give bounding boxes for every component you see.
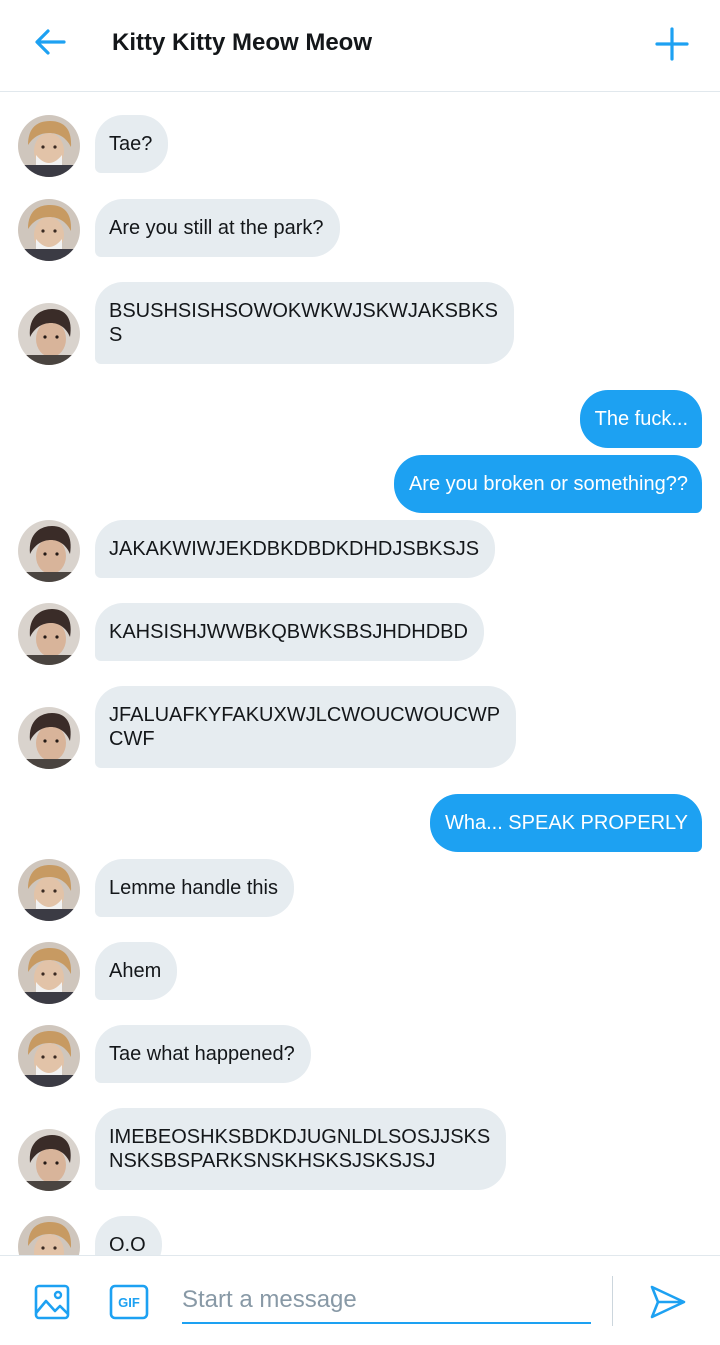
- message-bubble[interactable]: Are you still at the park?: [95, 199, 340, 257]
- message-composer: GIF: [0, 1255, 720, 1345]
- back-button[interactable]: [28, 24, 72, 60]
- sender-avatar[interactable]: [18, 520, 80, 582]
- message-bubble[interactable]: Wha... SPEAK PROPERLY: [429, 794, 702, 852]
- plus-icon: [655, 27, 689, 61]
- received-message: JFALUAFKYFAKUXWJLCWOUCWOUCWP CWF: [0, 686, 720, 769]
- send-button[interactable]: [640, 1280, 696, 1324]
- sender-avatar[interactable]: [18, 303, 80, 365]
- received-message: Tae what happened?: [0, 1025, 720, 1087]
- send-icon: [650, 1285, 686, 1319]
- sender-avatar[interactable]: [18, 859, 80, 921]
- sent-message: The fuck...: [0, 390, 720, 448]
- sender-avatar[interactable]: [18, 1025, 80, 1087]
- received-message: Tae?: [0, 115, 720, 177]
- sent-message: Wha... SPEAK PROPERLY: [0, 794, 720, 852]
- received-message: BSUSHSISHSOWOKWKWJSKWJAKSBKS S: [0, 282, 720, 365]
- sender-avatar[interactable]: [18, 1129, 80, 1191]
- image-icon: [34, 1284, 70, 1320]
- received-message: IMEBEOSHKSBDKDJUGNLDLSOSJJSKS NSKSBSPARK…: [0, 1108, 720, 1191]
- conversation-header: Kitty Kitty Meow Meow: [0, 0, 720, 92]
- message-bubble[interactable]: Tae what happened?: [95, 1025, 311, 1083]
- message-bubble[interactable]: Are you broken or something??: [393, 455, 702, 513]
- received-message: O.O: [0, 1216, 720, 1255]
- message-input-field[interactable]: [182, 1282, 591, 1324]
- message-bubble[interactable]: KAHSISHJWWBKQBWKSBSJHDHDBD: [95, 603, 484, 661]
- sender-avatar[interactable]: [18, 115, 80, 177]
- received-message: JAKAKWIWJEKDBKDBDKDHDJSBKSJS: [0, 520, 720, 582]
- message-bubble[interactable]: Tae?: [95, 115, 169, 173]
- message-bubble[interactable]: Lemme handle this: [95, 859, 294, 917]
- received-message: Ahem: [0, 942, 720, 1004]
- received-message: Lemme handle this: [0, 859, 720, 921]
- new-message-button[interactable]: [652, 24, 692, 64]
- message-bubble[interactable]: JFALUAFKYFAKUXWJLCWOUCWOUCWP CWF: [95, 686, 517, 768]
- sender-avatar[interactable]: [18, 942, 80, 1004]
- add-gif-button[interactable]: GIF: [106, 1282, 152, 1322]
- message-bubble[interactable]: IMEBEOSHKSBDKDJUGNLDLSOSJJSKS NSKSBSPARK…: [95, 1108, 507, 1190]
- add-photo-button[interactable]: [30, 1282, 74, 1322]
- composer-divider: [612, 1276, 613, 1326]
- message-list[interactable]: Tae? Are you still at the park? BSUSHSISHS…: [0, 93, 720, 1255]
- received-message: Are you still at the park?: [0, 199, 720, 261]
- message-bubble[interactable]: Ahem: [95, 942, 178, 1000]
- arrow-left-icon: [35, 29, 66, 55]
- received-message: KAHSISHJWWBKQBWKSBSJHDHDBD: [0, 603, 720, 665]
- gif-label: GIF: [118, 1295, 140, 1310]
- message-input[interactable]: [182, 1282, 591, 1318]
- sent-message: Are you broken or something??: [0, 455, 720, 513]
- conversation-title[interactable]: Kitty Kitty Meow Meow: [112, 28, 372, 58]
- message-bubble[interactable]: O.O: [95, 1216, 162, 1255]
- sender-avatar[interactable]: [18, 199, 80, 261]
- message-bubble[interactable]: JAKAKWIWJEKDBKDBDKDHDJSBKSJS: [95, 520, 496, 578]
- sender-avatar[interactable]: [18, 707, 80, 769]
- message-bubble[interactable]: BSUSHSISHSOWOKWKWJSKWJAKSBKS S: [95, 282, 514, 364]
- gif-icon: GIF: [109, 1284, 149, 1320]
- message-bubble[interactable]: The fuck...: [579, 390, 702, 448]
- sender-avatar[interactable]: [18, 603, 80, 665]
- sender-avatar[interactable]: [18, 1216, 80, 1255]
